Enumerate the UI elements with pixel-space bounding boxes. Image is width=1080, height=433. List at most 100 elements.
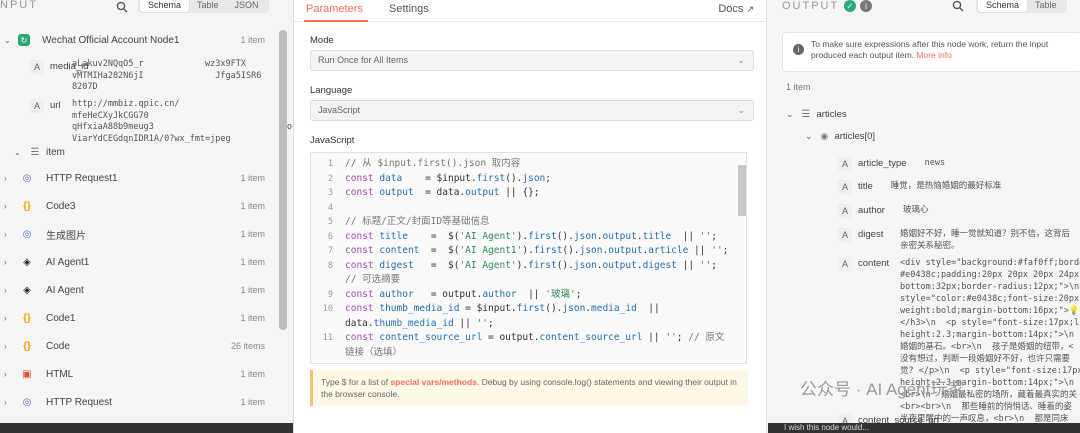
active-tab-indicator — [304, 20, 368, 22]
code-line[interactable]: 11 const content_source_url = output.cont… — [311, 331, 731, 345]
chevron-down-icon[interactable]: ⌄ — [14, 148, 22, 157]
mode-label: Mode — [310, 35, 334, 46]
chevron-right-icon[interactable]: › — [4, 230, 12, 239]
code-icon: {} — [23, 200, 31, 212]
output-field[interactable]: Atitle 睡觉，是热恼婚姻的最好标准 — [838, 180, 1001, 194]
tab-table[interactable]: Table — [1027, 0, 1065, 12]
code-line[interactable]: 1 // 从 $input.first().json 取内容 — [311, 157, 731, 171]
chevron-right-icon[interactable]: › — [4, 314, 12, 323]
node-row[interactable]: › {} Code1 1 item — [0, 304, 293, 332]
chevron-right-icon[interactable]: › — [4, 174, 12, 183]
node-label: HTTP Request — [46, 396, 112, 408]
chevron-down-icon[interactable]: ⌄ — [4, 36, 12, 45]
code-line[interactable]: 8 const digest = $('AI Agent').first().js… — [311, 259, 731, 273]
output-field[interactable]: Aarticle_type news — [838, 157, 945, 171]
scrollbar[interactable] — [279, 30, 287, 330]
code-text: const content = $('AI Agent1').first().j… — [345, 245, 729, 256]
parameter-tabs: Parameters Settings Docs ↗ — [294, 0, 766, 22]
node-row[interactable]: › {} Code3 1 item — [0, 192, 293, 220]
node-label: 生成图片 — [46, 230, 86, 242]
field-media-id[interactable]: A media_id aLakuv2NQqO5_r wz3x9FTX vMTMI… — [30, 59, 261, 92]
chevron-right-icon[interactable]: › — [4, 286, 12, 295]
output-view-tabs: Schema Table — [976, 0, 1067, 13]
code-line[interactable]: 4 — [311, 201, 731, 215]
code-line[interactable]: 3 const output = data.output || {}; — [311, 186, 731, 200]
output-panel: OUTPUT ✓ i Schema Table i To make sure e… — [768, 0, 1080, 433]
line-number — [311, 273, 333, 287]
chevron-right-icon[interactable]: › — [4, 202, 12, 211]
line-number: 8 — [327, 260, 333, 271]
search-icon[interactable] — [952, 0, 964, 15]
globe-icon: ◎ — [22, 228, 32, 240]
line-number: 9 — [327, 289, 333, 300]
field-value: 婚姻好不好，睡一觉就知道？别不信，这背后 亲密关系秘密。 — [900, 229, 1071, 251]
code-text: // 可选摘要 — [345, 274, 401, 285]
code-line[interactable]: 7 const content = $('AI Agent1').first().… — [311, 244, 731, 258]
chevron-down-icon[interactable]: ⌄ — [786, 109, 794, 120]
node-row[interactable]: › {} Code 26 items — [0, 332, 293, 360]
node-label: AI Agent — [46, 284, 84, 296]
code-line[interactable]: 9 const author = output.author || '玻璃'; — [311, 288, 731, 302]
search-icon[interactable] — [116, 1, 128, 16]
chevron-right-icon[interactable]: › — [4, 398, 12, 407]
chevron-right-icon[interactable]: › — [4, 342, 12, 351]
tab-schema[interactable]: Schema — [978, 0, 1028, 12]
line-number — [311, 317, 333, 331]
robot-icon: ◈ — [23, 256, 31, 268]
language-select[interactable]: JavaScript ⌄ — [310, 100, 754, 121]
output-field[interactable]: Acontent <div style="background:#faf0ff;b… — [838, 257, 1080, 433]
node-count: 1 item — [240, 229, 265, 239]
code-line[interactable]: 6 const title = $('AI Agent').first().jso… — [311, 230, 731, 244]
articles-row[interactable]: ⌄ ☰ articles — [786, 109, 847, 120]
info-icon[interactable]: i — [860, 0, 872, 12]
tab-parameters[interactable]: Parameters — [306, 3, 363, 15]
line-number: 7 — [327, 246, 333, 256]
tab-settings[interactable]: Settings — [389, 3, 429, 15]
string-type-icon: A — [30, 99, 44, 113]
editor-label: JavaScript — [310, 135, 355, 146]
chevron-down-icon[interactable]: ⌄ — [805, 131, 813, 142]
node-row[interactable]: › ▣ HTML 1 item — [0, 360, 293, 388]
field-url[interactable]: A url http://mmbiz.qpic.cn/ 5wL mfeHeCXy… — [30, 99, 293, 144]
code-line[interactable]: // 可选摘要 — [311, 273, 731, 287]
node-row[interactable]: › ◎ HTTP Request1 1 item — [0, 164, 293, 192]
editor-scrollbar[interactable] — [738, 165, 746, 216]
output-field[interactable]: Aauthor 玻璃心 — [838, 204, 928, 218]
code-line[interactable]: 5 // 标题/正文/封面ID等基础信息 — [311, 215, 731, 229]
node-row[interactable]: › ◎ HTTP Request 1 item — [0, 388, 293, 416]
output-field[interactable]: Adigest 婚姻好不好，睡一觉就知道？别不信，这背后 亲密关系秘密。 — [838, 228, 1070, 251]
item-row[interactable]: ⌄ ☰ item — [0, 138, 293, 166]
tab-table[interactable]: Table — [189, 0, 227, 12]
code-line[interactable]: 链接（选填） — [311, 346, 731, 360]
node-row-wechat[interactable]: ⌄ ↻ Wechat Official Account Node1 1 item — [0, 26, 293, 54]
code-line[interactable]: data.thumb_media_id || ''; — [311, 317, 731, 331]
hint-special-vars[interactable]: special vars/methods — [390, 377, 476, 387]
tab-json[interactable]: JSON — [227, 0, 267, 12]
field-value: 睡觉，是热恼婚姻的最好标准 — [890, 181, 1002, 191]
chevron-right-icon[interactable]: › — [4, 258, 12, 267]
code-line[interactable]: 10 const thumb_media_id = $input.first().… — [311, 302, 731, 316]
robot-icon: ◈ — [23, 284, 31, 296]
more-info-link[interactable]: More info — [916, 50, 951, 60]
chevron-down-icon: ⌄ — [737, 105, 745, 115]
docs-link[interactable]: Docs ↗ — [718, 3, 754, 15]
code-icon: {} — [23, 340, 31, 352]
node-row[interactable]: › ◎ 生成图片 1 item — [0, 220, 293, 248]
chevron-right-icon[interactable]: › — [4, 370, 12, 379]
editor-hint: Type $ for a list of special vars/method… — [310, 370, 748, 406]
code-editor[interactable]: 1 // 从 $input.first().json 取内容 2 const data… — [310, 152, 747, 364]
object-icon: ◉ — [820, 131, 829, 141]
node-count: 1 item — [240, 257, 265, 267]
node-row[interactable]: › ◈ AI Agent 1 item — [0, 276, 293, 304]
line-number: 6 — [327, 231, 333, 242]
list-icon: ☰ — [801, 109, 811, 120]
input-header: NPUT Schema Table JSON — [0, 0, 293, 18]
node-row[interactable]: › ◈ AI Agent1 1 item — [0, 248, 293, 276]
string-type-icon: A — [838, 228, 852, 242]
mode-select[interactable]: Run Once for All Items ⌄ — [310, 50, 754, 71]
code-line[interactable]: 2 const data = $input.first().json; — [311, 172, 731, 186]
input-panel: NPUT Schema Table JSON ⌄ ↻ Wechat Offici… — [0, 0, 293, 433]
articles0-row[interactable]: ⌄ ◉ articles[0] — [805, 131, 875, 142]
tab-schema[interactable]: Schema — [140, 0, 190, 12]
node-count: 1 item — [240, 369, 265, 379]
